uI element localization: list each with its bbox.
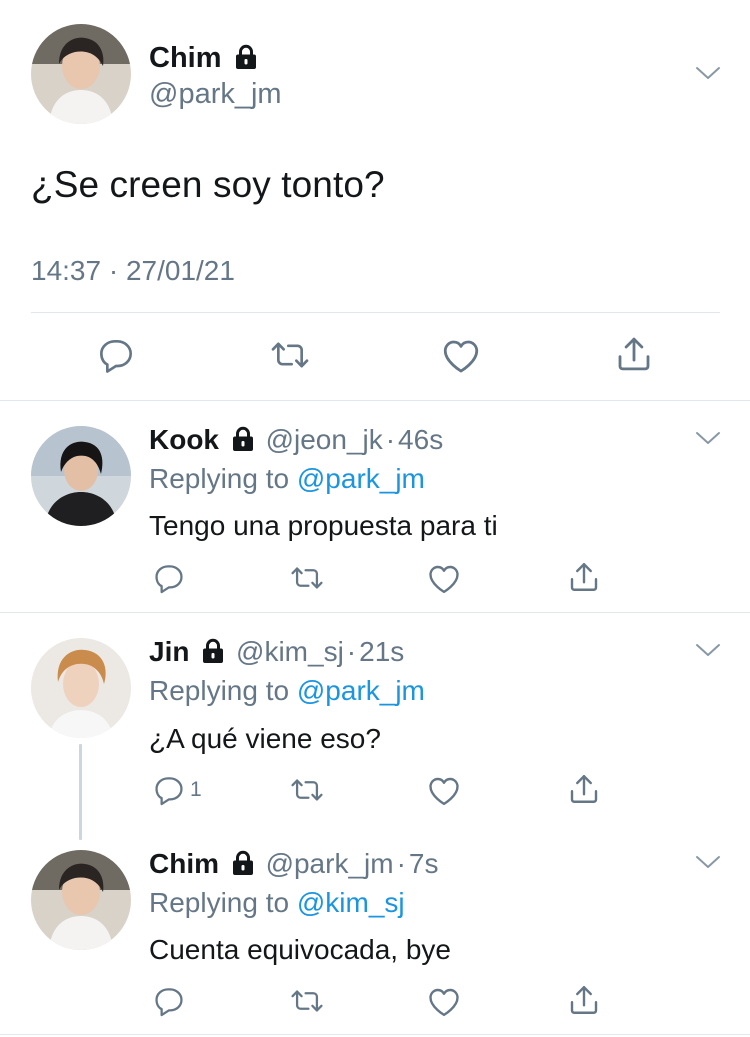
tweet-age[interactable]: 46s: [398, 424, 443, 455]
reply-avatar[interactable]: [31, 850, 131, 950]
reply-text: Tengo una propuesta para ti: [149, 510, 498, 541]
person-photo-icon: [31, 850, 131, 950]
retweet-icon[interactable]: [288, 984, 326, 1018]
main-display-name[interactable]: Chim: [149, 41, 258, 75]
person-photo-icon: [31, 24, 131, 124]
reply-count: 1: [190, 778, 202, 801]
lock-icon: [201, 638, 225, 664]
reply-text: ¿A qué viene eso?: [149, 723, 381, 754]
chevron-down-icon[interactable]: [694, 63, 722, 83]
replying-to-prefix: Replying to: [149, 887, 290, 918]
replying-to-link[interactable]: @park_jm: [297, 463, 425, 494]
replying-to-line: Replying to @park_jm: [149, 675, 425, 707]
reply-header: Jin @kim_sj · 21s: [149, 635, 404, 668]
tweet-age[interactable]: 21s: [359, 636, 404, 667]
retweet-icon[interactable]: [268, 335, 312, 375]
reply-icon[interactable]: [96, 335, 136, 375]
retweet-icon[interactable]: [288, 561, 326, 595]
share-icon[interactable]: [566, 982, 602, 1018]
reply-header: Kook @jeon_jk · 46s: [149, 423, 443, 456]
main-avatar[interactable]: [31, 24, 131, 124]
replying-to-line: Replying to @kim_sj: [149, 887, 405, 919]
replying-to-link[interactable]: @park_jm: [297, 675, 425, 706]
like-icon[interactable]: [426, 561, 462, 597]
like-icon[interactable]: [426, 984, 462, 1020]
handle-text[interactable]: @kim_sj: [236, 636, 344, 667]
main-tweet-timestamp[interactable]: 14:37 · 27/01/21: [31, 255, 235, 287]
lock-icon: [231, 426, 255, 452]
lock-icon: [234, 44, 258, 70]
replying-to-prefix: Replying to: [149, 675, 290, 706]
tweet-age[interactable]: 7s: [409, 848, 439, 879]
reply-icon[interactable]: [152, 561, 186, 595]
reply-avatar[interactable]: [31, 426, 131, 526]
like-icon[interactable]: [440, 335, 482, 377]
share-icon[interactable]: [566, 559, 602, 595]
display-name-text[interactable]: Jin: [149, 636, 189, 667]
person-photo-icon: [31, 426, 131, 526]
separator: ·: [346, 636, 357, 667]
person-photo-icon: [31, 638, 131, 738]
display-name-text[interactable]: Kook: [149, 424, 219, 455]
share-icon[interactable]: [566, 771, 602, 807]
divider: [0, 400, 750, 401]
divider: [0, 612, 750, 613]
reply-text: Cuenta equivocada, bye: [149, 934, 451, 965]
share-icon[interactable]: [613, 333, 655, 375]
reply-header: Chim @park_jm · 7s: [149, 847, 438, 880]
display-name-text[interactable]: Chim: [149, 848, 219, 879]
reply-icon[interactable]: 1: [152, 773, 202, 807]
display-name-text: Chim: [149, 42, 222, 74]
handle-text[interactable]: @park_jm: [266, 848, 394, 879]
replying-to-link[interactable]: @kim_sj: [297, 887, 405, 918]
chevron-down-icon[interactable]: [694, 640, 722, 660]
handle-text[interactable]: @jeon_jk: [266, 424, 383, 455]
chevron-down-icon[interactable]: [694, 852, 722, 872]
main-tweet-text: ¿Se creen soy tonto?: [31, 164, 385, 205]
separator: ·: [396, 848, 406, 879]
divider: [0, 1034, 750, 1035]
chevron-down-icon[interactable]: [694, 428, 722, 448]
thread-connector: [79, 744, 82, 840]
divider: [31, 312, 720, 313]
replying-to-prefix: Replying to: [149, 463, 290, 494]
lock-icon: [231, 850, 255, 876]
main-handle[interactable]: @park_jm: [149, 78, 282, 111]
separator: ·: [385, 424, 396, 455]
reply-avatar[interactable]: [31, 638, 131, 738]
retweet-icon[interactable]: [288, 773, 326, 807]
reply-icon[interactable]: [152, 984, 186, 1018]
replying-to-line: Replying to @park_jm: [149, 463, 425, 495]
like-icon[interactable]: [426, 773, 462, 809]
